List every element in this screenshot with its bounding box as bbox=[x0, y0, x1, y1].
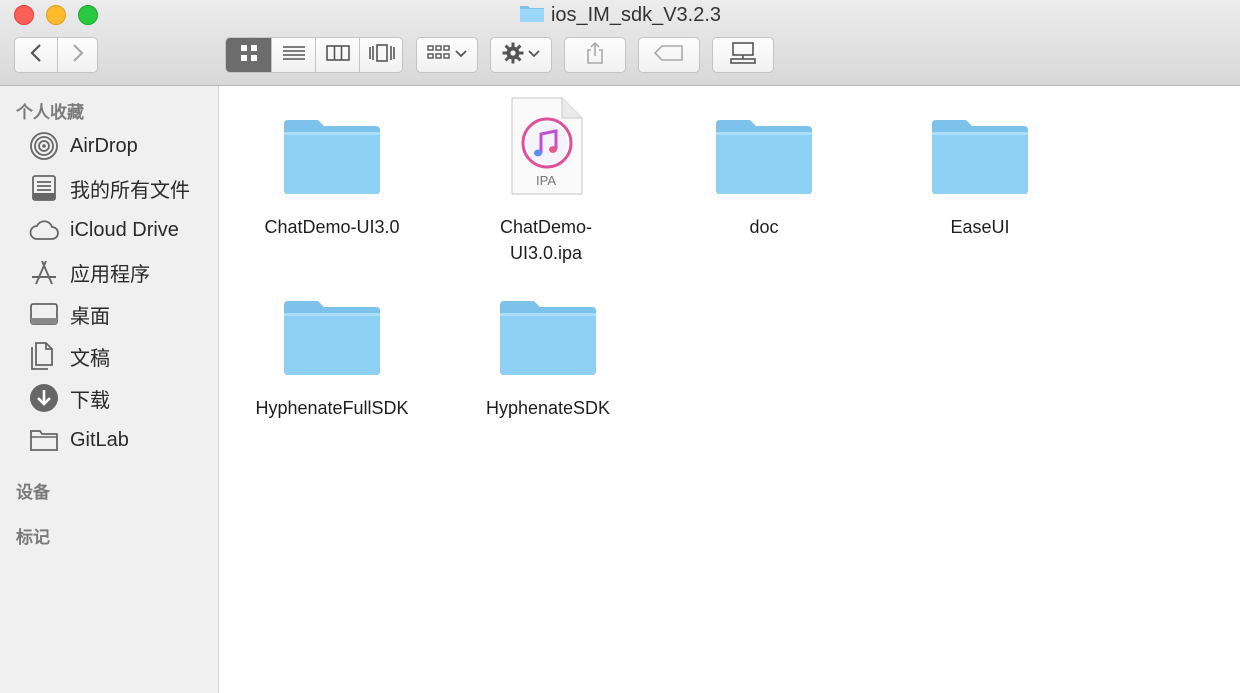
cloud-icon bbox=[28, 214, 60, 246]
folder-icon bbox=[227, 267, 437, 377]
arrange-grid-icon bbox=[427, 44, 451, 67]
sidebar-item-applications[interactable]: 应用程序 bbox=[28, 254, 214, 290]
list-view-icon bbox=[282, 45, 305, 66]
file-name-line: UI3.0.ipa bbox=[509, 243, 583, 263]
applications-icon bbox=[28, 256, 60, 288]
documents-icon bbox=[28, 340, 60, 372]
sidebar-heading-favorites: 个人收藏 bbox=[16, 103, 84, 122]
back-button[interactable] bbox=[15, 38, 56, 72]
tag-icon bbox=[653, 44, 684, 66]
view-mode-control bbox=[225, 37, 403, 73]
file-item[interactable]: IPA ChatDemo- UI3.0.ipa bbox=[441, 86, 651, 266]
window-title: ios_IM_sdk_V3.2.3 bbox=[0, 3, 1240, 29]
ipa-badge: IPA bbox=[536, 173, 556, 188]
sidebar-item-all-files[interactable]: 我的所有文件 bbox=[28, 170, 214, 206]
folder-icon bbox=[519, 3, 545, 28]
navigation-buttons bbox=[14, 37, 98, 73]
sidebar-item-label: iCloud Drive bbox=[70, 218, 179, 241]
sidebar-item-gitlab[interactable]: GitLab bbox=[28, 422, 214, 458]
list-view-button[interactable] bbox=[271, 38, 315, 72]
column-view-button[interactable] bbox=[315, 38, 359, 72]
chevron-down-icon bbox=[528, 46, 540, 64]
sidebar-item-icloud-drive[interactable]: iCloud Drive bbox=[28, 212, 214, 248]
folder-icon bbox=[28, 424, 60, 456]
file-name: EaseUI bbox=[950, 217, 1010, 237]
chevron-right-icon bbox=[71, 43, 85, 68]
share-icon bbox=[585, 41, 605, 70]
share-button[interactable] bbox=[564, 37, 626, 73]
file-name: ChatDemo- UI3.0.ipa bbox=[441, 214, 651, 266]
file-item[interactable]: HyphenateFullSDK bbox=[227, 267, 437, 421]
icon-view-icon bbox=[240, 44, 258, 67]
all-files-icon bbox=[28, 172, 60, 204]
cover-flow-view-icon bbox=[368, 43, 396, 67]
forward-button[interactable] bbox=[57, 38, 98, 72]
file-item[interactable]: doc bbox=[659, 86, 869, 240]
file-item[interactable]: HyphenateSDK bbox=[443, 267, 653, 421]
sidebar-item-airdrop[interactable]: AirDrop bbox=[28, 128, 214, 164]
window-title-text: ios_IM_sdk_V3.2.3 bbox=[550, 4, 722, 26]
folder-icon bbox=[227, 86, 437, 196]
airdrop-icon bbox=[28, 130, 60, 162]
sidebar-heading-devices[interactable]: 设备 bbox=[16, 478, 50, 503]
sidebar-item-documents[interactable]: 文稿 bbox=[28, 338, 214, 374]
chevron-down-icon bbox=[455, 46, 467, 64]
cover-flow-view-button[interactable] bbox=[359, 38, 403, 72]
folder-icon bbox=[659, 86, 869, 196]
file-name: HyphenateFullSDK bbox=[255, 398, 409, 418]
sidebar-item-downloads[interactable]: 下载 bbox=[28, 380, 214, 416]
sidebar-item-label: 应用程序 bbox=[70, 263, 150, 286]
arrange-button[interactable] bbox=[416, 37, 478, 73]
file-item[interactable]: ChatDemo-UI3.0 bbox=[227, 86, 437, 240]
window-toolbar: ios_IM_sdk_V3.2.3 bbox=[0, 0, 1240, 86]
file-icon-grid: ChatDemo-UI3.0 IPA ChatDemo- UI3.0.ipa d… bbox=[220, 86, 1240, 693]
gear-icon bbox=[502, 42, 524, 69]
folder-icon bbox=[875, 86, 1085, 196]
column-view-icon bbox=[325, 44, 350, 66]
sidebar-item-label: 下载 bbox=[70, 389, 110, 412]
sidebar-item-label: 桌面 bbox=[70, 305, 110, 328]
icon-view-button[interactable] bbox=[226, 38, 271, 72]
file-name: HyphenateSDK bbox=[485, 398, 611, 418]
sidebar-item-label: GitLab bbox=[70, 428, 129, 451]
desktop-icon bbox=[28, 298, 60, 330]
folder-icon bbox=[443, 267, 653, 377]
connect-server-button[interactable] bbox=[712, 37, 774, 73]
download-icon bbox=[28, 382, 60, 414]
tag-button[interactable] bbox=[638, 37, 700, 73]
chevron-left-icon bbox=[29, 43, 43, 68]
file-name-line: ChatDemo- bbox=[499, 217, 593, 237]
file-name: doc bbox=[749, 217, 779, 237]
file-item[interactable]: EaseUI bbox=[875, 86, 1085, 240]
sidebar-item-desktop[interactable]: 桌面 bbox=[28, 296, 214, 332]
sidebar-item-label: 文稿 bbox=[70, 347, 110, 370]
action-menu-button[interactable] bbox=[490, 37, 552, 73]
sidebar: 个人收藏 AirDrop 我的所有文件 iCloud Drive 应用程序 桌面… bbox=[0, 86, 219, 693]
sidebar-item-label: 我的所有文件 bbox=[70, 179, 190, 202]
sidebar-heading-tags[interactable]: 标记 bbox=[16, 523, 50, 548]
sidebar-item-label: AirDrop bbox=[70, 134, 138, 157]
file-name: ChatDemo-UI3.0 bbox=[264, 217, 400, 237]
network-drive-icon bbox=[730, 41, 756, 69]
